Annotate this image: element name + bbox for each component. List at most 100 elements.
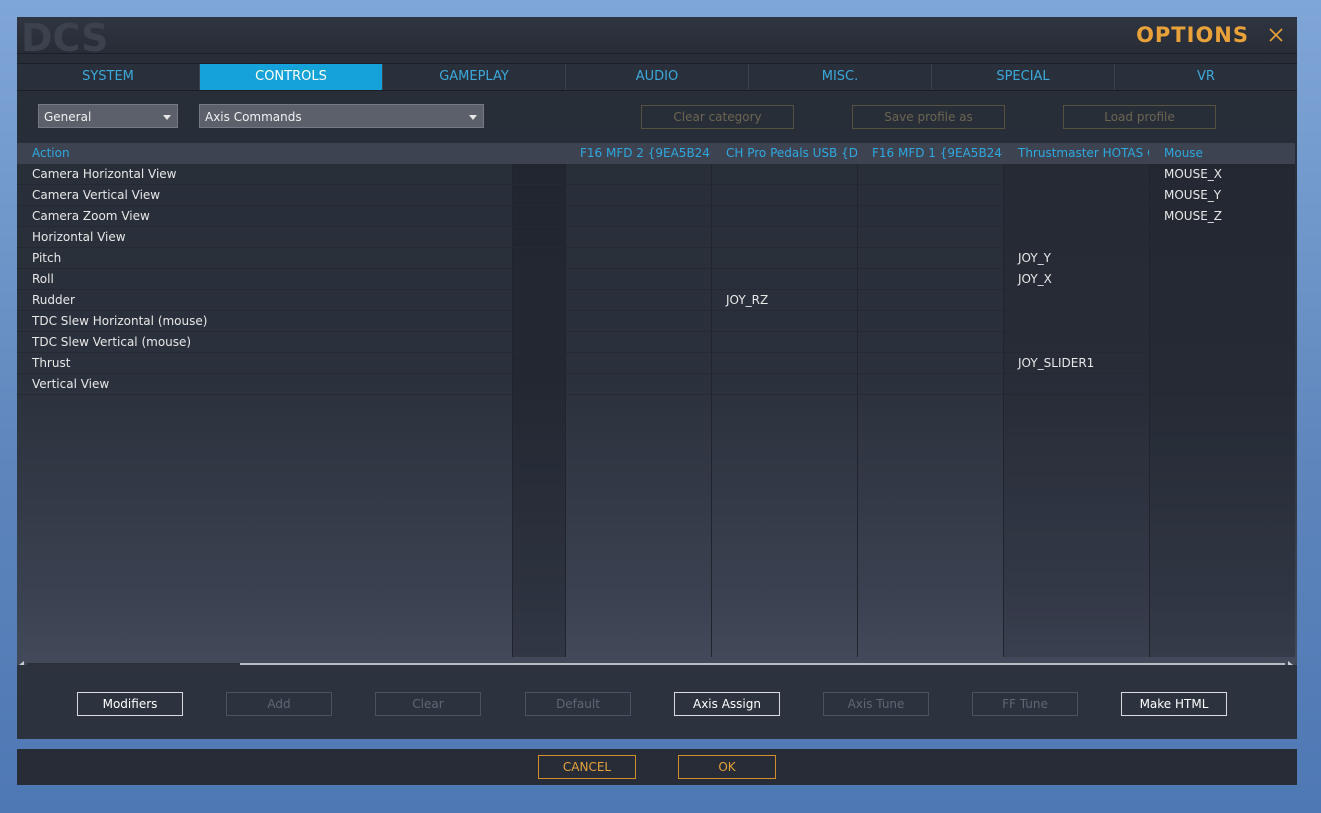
binding-cell[interactable] bbox=[711, 206, 857, 227]
binding-cell[interactable] bbox=[512, 185, 565, 206]
action-cell[interactable]: Thrust bbox=[17, 353, 512, 374]
binding-cell[interactable] bbox=[1149, 290, 1295, 311]
close-icon[interactable] bbox=[1267, 26, 1285, 44]
clear-button[interactable]: Clear bbox=[375, 692, 481, 716]
binding-cell[interactable] bbox=[512, 374, 565, 395]
tab-vr[interactable]: VR bbox=[1115, 64, 1297, 90]
binding-cell[interactable] bbox=[512, 290, 565, 311]
column-header-action[interactable]: Action bbox=[17, 143, 512, 164]
binding-cell[interactable] bbox=[1149, 269, 1295, 290]
binding-cell[interactable] bbox=[1003, 185, 1149, 206]
column-header-device[interactable]: Mouse bbox=[1149, 143, 1295, 164]
binding-cell[interactable] bbox=[1003, 227, 1149, 248]
binding-cell[interactable] bbox=[512, 353, 565, 374]
binding-cell[interactable] bbox=[512, 332, 565, 353]
binding-cell[interactable] bbox=[565, 290, 711, 311]
table-row[interactable]: Pitch JOY_Y bbox=[17, 248, 1295, 269]
binding-cell[interactable]: JOY_X bbox=[1003, 269, 1149, 290]
binding-cell[interactable] bbox=[565, 227, 711, 248]
table-row[interactable]: Roll JOY_X bbox=[17, 269, 1295, 290]
tab-controls[interactable]: CONTROLS bbox=[200, 64, 383, 90]
binding-cell[interactable] bbox=[857, 374, 1003, 395]
action-cell[interactable]: TDC Slew Horizontal (mouse) bbox=[17, 311, 512, 332]
binding-cell[interactable] bbox=[512, 269, 565, 290]
binding-cell[interactable] bbox=[711, 164, 857, 185]
add-button[interactable]: Add bbox=[226, 692, 332, 716]
table-row[interactable]: Camera Zoom View MOUSE_Z bbox=[17, 206, 1295, 227]
action-cell[interactable]: Horizontal View bbox=[17, 227, 512, 248]
tab-system[interactable]: SYSTEM bbox=[17, 64, 200, 90]
binding-cell[interactable] bbox=[565, 311, 711, 332]
binding-cell[interactable] bbox=[857, 185, 1003, 206]
cancel-button[interactable]: CANCEL bbox=[538, 755, 636, 779]
binding-cell[interactable] bbox=[711, 332, 857, 353]
action-cell[interactable]: TDC Slew Vertical (mouse) bbox=[17, 332, 512, 353]
binding-cell[interactable] bbox=[565, 206, 711, 227]
category-select[interactable]: Axis Commands bbox=[199, 104, 484, 128]
binding-cell[interactable] bbox=[565, 374, 711, 395]
binding-cell[interactable]: JOY_RZ bbox=[711, 290, 857, 311]
binding-cell[interactable] bbox=[1149, 311, 1295, 332]
binding-cell[interactable] bbox=[1149, 332, 1295, 353]
action-cell[interactable]: Rudder bbox=[17, 290, 512, 311]
binding-cell[interactable] bbox=[711, 248, 857, 269]
binding-cell[interactable] bbox=[1003, 164, 1149, 185]
table-row[interactable]: Horizontal View bbox=[17, 227, 1295, 248]
binding-cell[interactable] bbox=[711, 353, 857, 374]
binding-cell[interactable] bbox=[857, 269, 1003, 290]
binding-cell[interactable] bbox=[512, 248, 565, 269]
action-cell[interactable]: Camera Zoom View bbox=[17, 206, 512, 227]
default-button[interactable]: Default bbox=[525, 692, 631, 716]
binding-cell[interactable] bbox=[857, 332, 1003, 353]
table-row[interactable]: Rudder JOY_RZ bbox=[17, 290, 1295, 311]
table-row[interactable]: Thrust JOY_SLIDER1 bbox=[17, 353, 1295, 374]
column-header-device[interactable]: Thrustmaster HOTAS C bbox=[1003, 143, 1149, 164]
action-cell[interactable]: Camera Horizontal View bbox=[17, 164, 512, 185]
tab-audio[interactable]: AUDIO bbox=[566, 64, 749, 90]
save-profile-button[interactable]: Save profile as bbox=[852, 105, 1005, 129]
binding-cell[interactable] bbox=[1149, 353, 1295, 374]
binding-cell[interactable] bbox=[565, 353, 711, 374]
binding-cell[interactable] bbox=[1149, 227, 1295, 248]
binding-cell[interactable] bbox=[565, 248, 711, 269]
table-row[interactable]: Camera Vertical View MOUSE_Y bbox=[17, 185, 1295, 206]
table-row[interactable]: Camera Horizontal View MOUSE_X bbox=[17, 164, 1295, 185]
binding-cell[interactable] bbox=[1149, 248, 1295, 269]
binding-cell[interactable] bbox=[711, 227, 857, 248]
binding-cell[interactable] bbox=[565, 332, 711, 353]
binding-cell[interactable] bbox=[1003, 332, 1149, 353]
action-cell[interactable]: Camera Vertical View bbox=[17, 185, 512, 206]
binding-cell[interactable]: MOUSE_X bbox=[1149, 164, 1295, 185]
binding-cell[interactable] bbox=[711, 374, 857, 395]
aircraft-select[interactable]: General bbox=[38, 104, 178, 128]
binding-cell[interactable] bbox=[512, 164, 565, 185]
binding-cell[interactable]: MOUSE_Z bbox=[1149, 206, 1295, 227]
modifiers-button[interactable]: Modifiers bbox=[77, 692, 183, 716]
binding-cell[interactable] bbox=[512, 227, 565, 248]
binding-cell[interactable] bbox=[1003, 290, 1149, 311]
tab-gameplay[interactable]: GAMEPLAY bbox=[383, 64, 566, 90]
binding-cell[interactable]: JOY_SLIDER1 bbox=[1003, 353, 1149, 374]
binding-cell[interactable] bbox=[711, 311, 857, 332]
binding-cell[interactable] bbox=[1003, 206, 1149, 227]
binding-cell[interactable] bbox=[711, 185, 857, 206]
binding-cell[interactable]: JOY_Y bbox=[1003, 248, 1149, 269]
column-header-device[interactable]: F16 MFD 1 {9EA5B240 bbox=[857, 143, 1003, 164]
table-row[interactable]: Vertical View bbox=[17, 374, 1295, 395]
binding-cell[interactable] bbox=[1149, 374, 1295, 395]
load-profile-button[interactable]: Load profile bbox=[1063, 105, 1216, 129]
binding-cell[interactable] bbox=[1003, 311, 1149, 332]
binding-cell[interactable] bbox=[857, 353, 1003, 374]
binding-cell[interactable] bbox=[512, 311, 565, 332]
binding-cell[interactable] bbox=[857, 164, 1003, 185]
ok-button[interactable]: OK bbox=[678, 755, 776, 779]
axis-assign-button[interactable]: Axis Assign bbox=[674, 692, 780, 716]
binding-cell[interactable] bbox=[711, 269, 857, 290]
tab-misc[interactable]: MISC. bbox=[749, 64, 932, 90]
ff-tune-button[interactable]: FF Tune bbox=[972, 692, 1078, 716]
column-header-device[interactable]: CH Pro Pedals USB {D bbox=[711, 143, 857, 164]
make-html-button[interactable]: Make HTML bbox=[1121, 692, 1227, 716]
tab-special[interactable]: SPECIAL bbox=[932, 64, 1115, 90]
binding-cell[interactable] bbox=[857, 290, 1003, 311]
binding-cell[interactable] bbox=[565, 269, 711, 290]
